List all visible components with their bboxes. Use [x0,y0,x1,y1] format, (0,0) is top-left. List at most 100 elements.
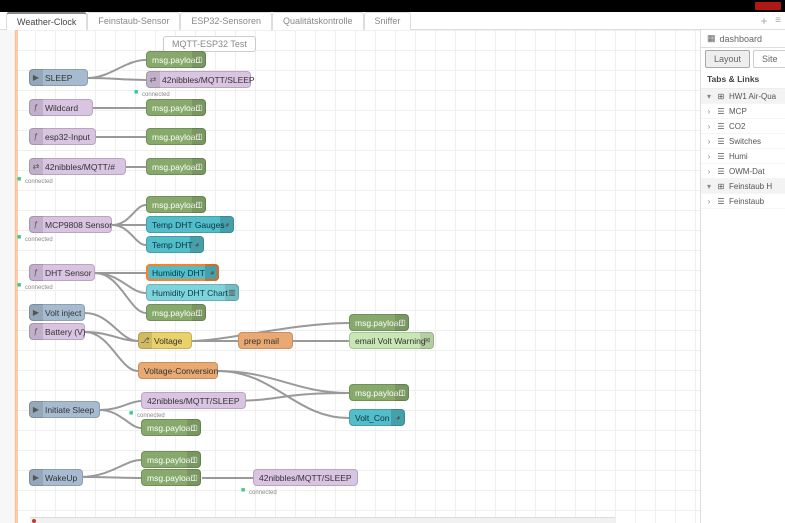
debug-node[interactable]: msg.payload▢ [146,196,206,213]
debug-node[interactable]: msg.payload▢ [146,304,206,321]
debug-icon: ▢ [187,451,201,468]
tree-item[interactable]: ›☰Feinstaub [701,194,785,209]
switch-node-voltage[interactable]: ⎇Voltage [138,332,192,349]
chevron-right-icon: › [705,107,713,116]
mqtt-in-node[interactable]: ⇄42nibbles/MQTT/#■connected [29,158,126,175]
debug-icon: ▢ [395,384,409,401]
tree-item[interactable]: ›☰OWM-Dat [701,164,785,179]
debug-icon: ▢ [192,51,206,68]
tree-item[interactable]: ›☰MCP [701,104,785,119]
debug-node[interactable]: msg.payload▢ [141,419,201,436]
mqtt-out-node-sleep2[interactable]: 42nibbles/MQTT/SLEEP■connected [141,392,246,409]
group-icon: ☰ [716,137,726,146]
wires-layer [15,30,700,523]
gauge-icon: ◕ [220,216,234,233]
debug-node[interactable]: msg.payload▢ [146,158,206,175]
gauge-icon: ◕ [190,236,204,253]
tree-item[interactable]: ›☰CO2 [701,119,785,134]
function-node-prep-mail[interactable]: prep mail [238,332,293,349]
add-flow-button[interactable]: + [757,14,771,28]
chevron-down-icon: ▾ [705,92,713,101]
window-close-button[interactable] [755,2,781,10]
debug-node[interactable]: msg.payload▢ [146,99,206,116]
gauge-node-temp[interactable]: Temp DHT Gauges◕ [146,216,234,233]
debug-node[interactable]: msg.payload▢ [141,451,201,468]
group-icon: ☰ [716,152,726,161]
debug-icon: ▢ [192,128,206,145]
chevron-down-icon: ▾ [705,182,713,191]
group-icon: ☰ [716,167,726,176]
tree-group[interactable]: ▾⊞Feinstaub H [701,179,785,194]
mail-icon: ✉ [420,332,434,349]
debug-icon: ▢ [187,469,201,486]
flow-tab-esp32[interactable]: ESP32-Sensoren [180,12,272,30]
flow-tab-qk[interactable]: Qualitätskontrolle [272,12,364,30]
mqtt-out-node-sleep1[interactable]: ⇄42nibbles/MQTT/SLEEP■connected [146,71,251,88]
gauge-node-humidity[interactable]: Humidity DHT◕ [146,264,219,281]
flow-canvas[interactable]: MQTT-ESP32 Test [15,30,700,523]
node-mcp-sensor[interactable]: ƒMCP9808 Sensor■connected [29,216,112,233]
inject-icon: ▶ [29,304,43,321]
tree-group[interactable]: ▾⊞HW1 Air-Qua [701,89,785,104]
flow-tabs-bar: Weather-Clock Feinstaub-Sensor ESP32-Sen… [0,12,785,30]
mqtt-icon: ⇄ [146,71,160,88]
tab-icon: ⊞ [716,92,726,101]
chevron-right-icon: › [705,167,713,176]
function-icon: ƒ [29,99,43,116]
deploy-dirty-indicator [32,519,36,523]
sidebar-section-heading: Tabs & Links [701,70,785,89]
node-palette[interactable] [0,30,15,523]
function-icon: ƒ [29,323,43,340]
node-dht-sensor[interactable]: ƒDHT Sensor■connected [29,264,95,281]
flow-list-menu-button[interactable]: ≡ [771,15,785,26]
inject-icon: ▶ [29,469,43,486]
chart-icon: ▥ [225,284,239,301]
chevron-right-icon: › [705,122,713,131]
tree-item[interactable]: ›☰Humi [701,149,785,164]
inject-icon: ▶ [29,69,43,86]
debug-node[interactable]: msg.payload▢ [141,469,201,486]
flow-tab-sniffer[interactable]: Sniffer [364,12,412,30]
debug-node[interactable]: msg.payload▢ [349,314,409,331]
mqtt-out-node-sleep3[interactable]: 42nibbles/MQTT/SLEEP■connected [253,469,358,486]
group-icon: ☰ [716,197,726,206]
tab-icon: ⊞ [716,182,726,191]
gauge-node-voltcon[interactable]: Volt_Con◕ [349,409,405,426]
flow-tab-feinstaub[interactable]: Feinstaub-Sensor [87,12,180,30]
sidebar-tab-site[interactable]: Site [753,50,785,68]
debug-icon: ▢ [187,419,201,436]
debug-node[interactable]: msg.payload▢ [146,51,206,68]
gauge-node-dht[interactable]: Temp DHT◕ [146,236,204,253]
canvas-footer [30,517,615,523]
node-esp32-input[interactable]: ƒesp32-Input [29,128,96,145]
flow-tab-label: Feinstaub-Sensor [98,16,169,26]
inject-node-sleep[interactable]: ▶SLEEP [29,69,88,86]
inject-node-volt[interactable]: ▶Volt inject [29,304,85,321]
function-icon: ƒ [29,264,43,281]
node-battery[interactable]: ƒBattery (V) [29,323,85,340]
inject-node-wakeup[interactable]: ▶WakeUp [29,469,83,486]
debug-icon: ▢ [192,304,206,321]
debug-node[interactable]: msg.payload▢ [349,384,409,401]
tree-item[interactable]: ›☰Switches [701,134,785,149]
flow-tab-weather-clock[interactable]: Weather-Clock [6,12,87,30]
debug-icon: ▢ [192,99,206,116]
gauge-icon: ◕ [205,264,219,281]
group-icon: ☰ [716,122,726,131]
debug-icon: ▢ [395,314,409,331]
chart-node-humidity[interactable]: Humidity DHT Chart▥ [146,284,239,301]
email-node[interactable]: email Volt Warning✉ [349,332,434,349]
function-node-voltage-conversion[interactable]: Voltage-Conversion [138,362,218,379]
group-icon: ☰ [716,107,726,116]
inject-node-initiate-sleep[interactable]: ▶Initiate Sleep [29,401,100,418]
chevron-right-icon: › [705,197,713,206]
sidebar-tab-layout[interactable]: Layout [705,50,750,68]
window-titlebar [0,0,785,12]
debug-node[interactable]: msg.payload▢ [146,128,206,145]
sidebar: ▦ dashboard Layout Site Tabs & Links ▾⊞H… [700,30,785,523]
dashboard-tree: ▾⊞HW1 Air-Qua ›☰MCP ›☰CO2 ›☰Switches ›☰H… [701,89,785,209]
node-wildcard[interactable]: ƒWildcard [29,99,93,116]
flow-tab-label: Qualitätskontrolle [283,16,353,26]
subflow-badge[interactable]: MQTT-ESP32 Test [163,36,256,52]
flow-tab-label: Weather-Clock [17,17,76,27]
